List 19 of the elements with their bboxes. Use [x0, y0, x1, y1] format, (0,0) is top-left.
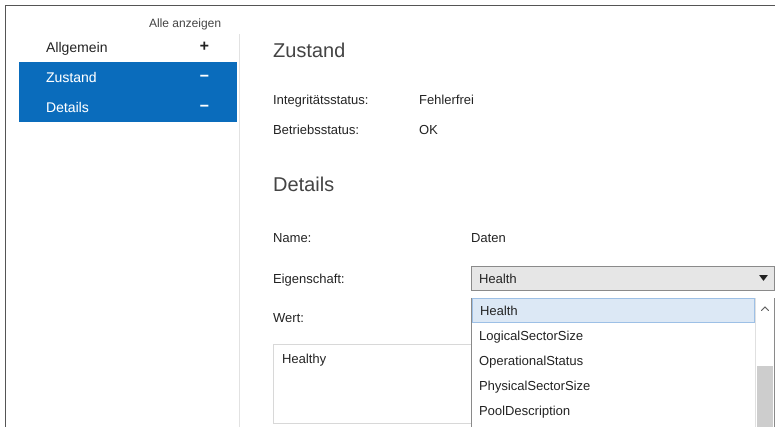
scroll-up-icon[interactable] — [761, 306, 769, 311]
show-all-link[interactable]: Alle anzeigen — [148, 16, 237, 30]
field-label: Eigenschaft: — [273, 270, 346, 286]
nav-item[interactable]: Allgemein + — [19, 32, 237, 62]
field-label: Betriebsstatus: — [273, 122, 360, 136]
field-label: Wert: — [273, 310, 305, 324]
section-heading: Zustand — [273, 40, 346, 64]
scrollbar-thumb[interactable] — [757, 366, 773, 427]
caret-icon — [759, 275, 768, 281]
dropdown-option[interactable]: Health — [472, 298, 755, 323]
nav-item[interactable]: Zustand − — [19, 62, 237, 92]
field-value: Fehlerfrei — [419, 92, 474, 106]
field-value: OK — [419, 122, 438, 136]
section-heading: Details — [273, 174, 336, 198]
field-label: Integritätsstatus: — [273, 92, 370, 106]
field-label: Name: — [273, 230, 312, 244]
field-value: Daten — [471, 230, 506, 244]
property-dropdown[interactable]: Health — [471, 266, 775, 290]
nav-item[interactable]: Details − — [19, 92, 237, 122]
